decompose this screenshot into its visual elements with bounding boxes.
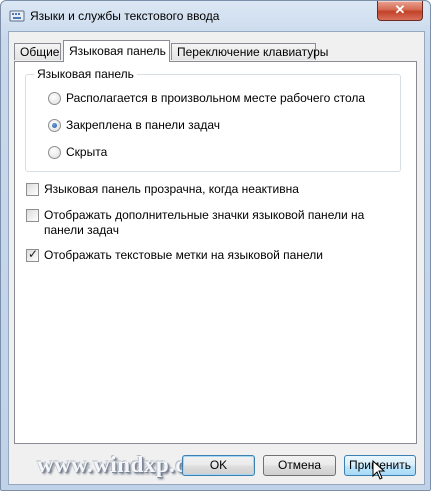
tab-language-bar[interactable]: Языковая панель (63, 40, 170, 62)
tab-general[interactable]: Общие (14, 43, 61, 60)
checkmark-icon: ✓ (28, 247, 39, 261)
language-bar-group: Языковая панель Располагается в произвол… (25, 67, 401, 172)
checkbox-label-line1: Отображать дополнительные значки языково… (44, 208, 365, 222)
title-bar[interactable]: Языки и службы текстового ввода ✕ (1, 1, 430, 31)
radio-button[interactable] (48, 92, 61, 105)
ok-button[interactable]: OK (182, 455, 255, 476)
checkbox-label-line2: панели задач (44, 223, 119, 237)
checkbox[interactable] (26, 209, 39, 222)
tab-panel-language-bar: Языковая панель Располагается в произвол… (14, 61, 417, 444)
tab-keyboard-switching[interactable]: Переключение клавиатуры (171, 43, 328, 60)
radio-label: Закреплена в панели задач (66, 118, 220, 132)
radio-label: Располагается в произвольном месте рабоч… (66, 91, 366, 105)
close-icon: ✕ (394, 2, 406, 17)
group-label: Языковая панель (34, 67, 137, 81)
checkbox-label: Отображать текстовые метки на языковой п… (44, 248, 323, 262)
keyboard-globe-icon (9, 10, 25, 22)
checkbox-label: Языковая панель прозрачна, когда неактив… (44, 182, 299, 196)
dialog-window: Языки и службы текстового ввода ✕ Общие … (0, 0, 431, 491)
mouse-pointer-icon (372, 460, 386, 480)
radio-label: Скрыта (66, 145, 108, 159)
cancel-button[interactable]: Отмена (263, 455, 336, 476)
checkbox[interactable] (26, 183, 39, 196)
radio-button[interactable] (48, 146, 61, 159)
window-title: Языки и службы текстового ввода (30, 9, 220, 23)
radio-button-selected[interactable] (48, 119, 61, 132)
close-button[interactable]: ✕ (377, 1, 423, 21)
dialog-client-area: Общие Языковая панель Переключение клави… (8, 31, 425, 485)
checkbox-checked[interactable]: ✓ (26, 247, 39, 262)
